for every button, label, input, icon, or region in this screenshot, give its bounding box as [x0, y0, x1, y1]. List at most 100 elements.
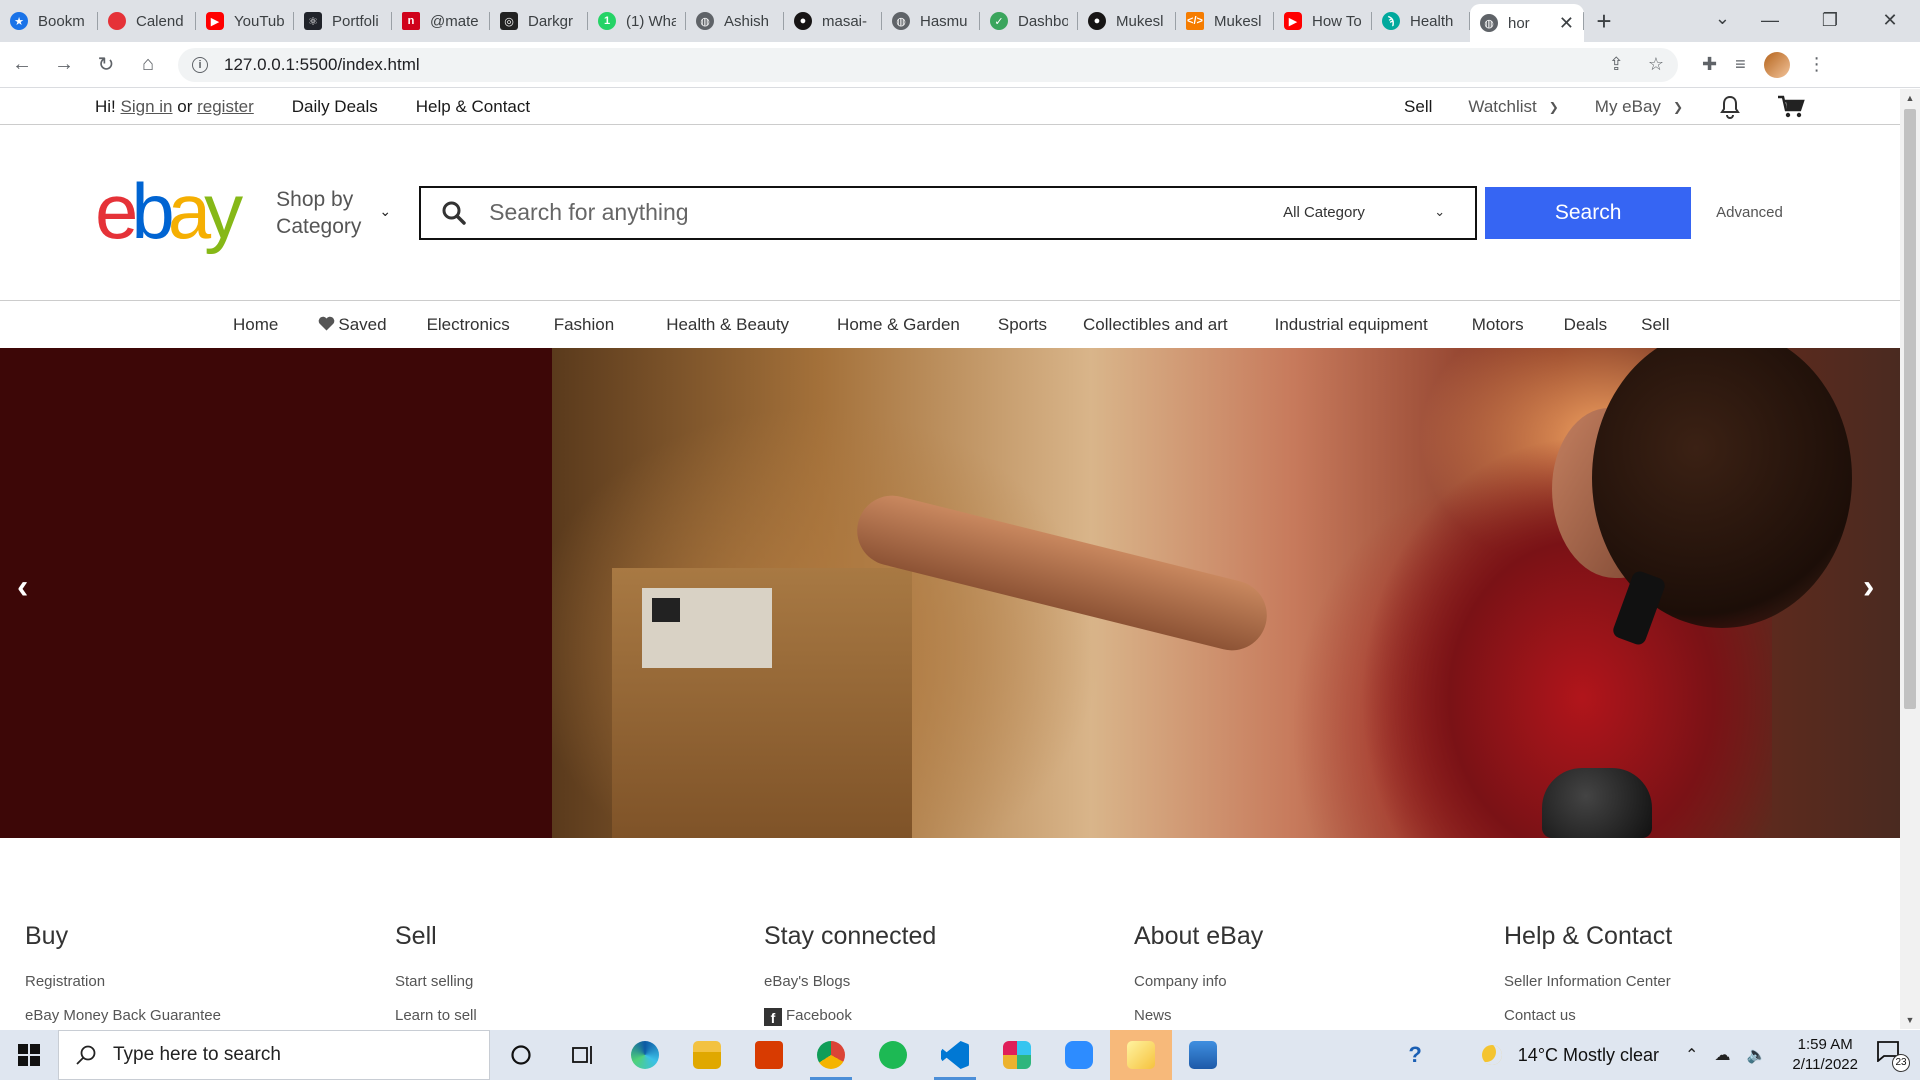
nav-item-industrial[interactable]: Industrial equipment	[1275, 315, 1428, 335]
nav-item-electronics[interactable]: Electronics	[427, 315, 510, 335]
volume-icon[interactable]: 🔈	[1746, 1045, 1766, 1065]
browser-tab[interactable]: ◍ Ashish	[686, 4, 784, 38]
close-window-button[interactable]: ✕	[1860, 0, 1920, 40]
office-icon[interactable]	[738, 1030, 800, 1080]
scroll-up-icon[interactable]: ▲	[1900, 93, 1920, 103]
menu-kebab-icon[interactable]: ⋮	[1808, 54, 1826, 75]
onedrive-cloud-icon[interactable]: ☁	[1714, 1045, 1730, 1065]
browser-tab[interactable]: </> Mukesl	[1176, 4, 1274, 38]
footer-link[interactable]: Seller Information Center	[1504, 973, 1864, 990]
page-scrollbar[interactable]: ▲ ▼	[1900, 89, 1920, 1029]
browser-tab[interactable]: ▶ How To	[1274, 4, 1372, 38]
task-view-icon[interactable]	[552, 1030, 614, 1080]
forward-icon[interactable]: →	[44, 45, 84, 85]
sticky-app-icon[interactable]	[1110, 1030, 1172, 1080]
profile-avatar[interactable]	[1763, 51, 1790, 78]
slack-icon[interactable]	[986, 1030, 1048, 1080]
scrollbar-thumb[interactable]	[1904, 109, 1916, 709]
nav-item-deals[interactable]: Deals	[1564, 315, 1607, 335]
reading-list-icon[interactable]: ≡	[1735, 54, 1746, 75]
browser-tab-active[interactable]: ◍ hor ✕	[1470, 4, 1584, 42]
browser-tab[interactable]: ✓ Dashbo	[980, 4, 1078, 38]
nav-item-fashion[interactable]: Fashion	[554, 315, 614, 335]
edge-icon[interactable]	[614, 1030, 676, 1080]
footer-link[interactable]: Contact us	[1504, 1007, 1864, 1024]
register-link[interactable]: register	[197, 97, 254, 117]
share-icon[interactable]: ⇪	[1609, 54, 1624, 75]
address-bar[interactable]: i 127.0.0.1:5500/index.html ⇪ ☆	[178, 47, 1678, 82]
browser-tab[interactable]: ★ Bookm	[0, 4, 98, 38]
nav-item-motors[interactable]: Motors	[1472, 315, 1524, 335]
chrome-icon[interactable]	[800, 1030, 862, 1080]
nav-item-collectibles[interactable]: Collectibles and art	[1083, 315, 1228, 335]
zoom-icon[interactable]	[1048, 1030, 1110, 1080]
photos-icon[interactable]	[1172, 1030, 1234, 1080]
browser-tab[interactable]: ▶ YouTub	[196, 4, 294, 38]
help-icon[interactable]: ?	[1408, 1042, 1421, 1068]
search-button[interactable]: Search	[1485, 186, 1692, 239]
daily-deals-link[interactable]: Daily Deals	[292, 97, 378, 117]
advanced-search-link[interactable]: Advanced	[1716, 204, 1783, 221]
nav-item-health-beauty[interactable]: Health & Beauty	[666, 315, 789, 335]
carousel-next-button[interactable]: ›	[1863, 570, 1874, 604]
browser-tab[interactable]: n @mate	[392, 4, 490, 38]
browser-tab[interactable]: 1 (1) Wha	[588, 4, 686, 38]
footer-link[interactable]: Start selling	[395, 973, 755, 990]
notification-center-icon[interactable]: 23	[1876, 1040, 1910, 1072]
nav-item-home[interactable]: Home	[233, 315, 278, 335]
carousel-prev-button[interactable]: ‹	[17, 570, 28, 604]
footer-link[interactable]: eBay's Blogs	[764, 973, 1124, 990]
extensions-puzzle-icon[interactable]: ✚	[1702, 54, 1717, 75]
sign-in-link[interactable]: Sign in	[121, 97, 173, 117]
footer-link[interactable]: eBay Money Back Guarantee	[25, 1007, 385, 1024]
nav-item-home-garden[interactable]: Home & Garden	[837, 315, 960, 335]
browser-tab[interactable]: ● Mukesl	[1078, 4, 1176, 38]
search-input[interactable]	[489, 199, 1230, 226]
tab-search-chevron-icon[interactable]: ⌄	[1715, 8, 1730, 29]
close-tab-icon[interactable]: ✕	[1559, 13, 1574, 34]
scroll-down-icon[interactable]: ▼	[1900, 1015, 1920, 1025]
site-info-icon[interactable]: i	[192, 56, 208, 73]
footer-link[interactable]: Registration	[25, 973, 385, 990]
taskbar-search[interactable]: Type here to search	[58, 1030, 490, 1080]
shop-by-category-button[interactable]: Shop by Category ⌄	[276, 186, 391, 240]
cortana-icon[interactable]	[490, 1030, 552, 1080]
nav-item-saved[interactable]: Saved	[318, 315, 387, 335]
browser-tab[interactable]: ◎ Darkgr	[490, 4, 588, 38]
minimize-button[interactable]: —	[1740, 0, 1800, 40]
watchlist-menu[interactable]: Watchlist ❯	[1468, 97, 1558, 117]
footer-link[interactable]: Learn to sell	[395, 1007, 755, 1024]
category-select[interactable]: All Category ⌄	[1283, 204, 1445, 222]
bookmark-star-icon[interactable]: ☆	[1648, 54, 1664, 75]
browser-tab[interactable]: ⚛ Portfoli	[294, 4, 392, 38]
browser-tab[interactable]: ϡ Health	[1372, 4, 1470, 38]
browser-tab[interactable]: Calend	[98, 4, 196, 38]
file-explorer-icon[interactable]	[676, 1030, 738, 1080]
back-icon[interactable]: ←	[2, 45, 42, 85]
nav-item-sell[interactable]: Sell	[1641, 315, 1669, 335]
sell-link[interactable]: Sell	[1404, 97, 1432, 117]
footer-link-facebook[interactable]: f Facebook	[764, 1007, 1124, 1026]
cart-icon[interactable]	[1777, 95, 1805, 119]
spotify-icon[interactable]	[862, 1030, 924, 1080]
chevron-up-icon[interactable]: ⌃	[1685, 1045, 1698, 1065]
taskbar-clock[interactable]: 1:59 AM 2/11/2022	[1792, 1035, 1858, 1075]
reload-icon[interactable]: ↻	[86, 45, 126, 85]
footer-link[interactable]: Company info	[1134, 973, 1494, 990]
windows-start-button[interactable]	[0, 1030, 58, 1080]
bell-icon[interactable]	[1719, 95, 1741, 119]
browser-tab[interactable]: ◍ Hasmu	[882, 4, 980, 38]
footer-column-help: Help & Contact Seller Information Center…	[1504, 922, 1864, 1029]
my-ebay-menu[interactable]: My eBay ❯	[1595, 97, 1683, 117]
weather-widget[interactable]: 14°C Mostly clear	[1481, 1045, 1659, 1066]
heart-icon	[319, 316, 335, 330]
home-icon[interactable]: ⌂	[128, 45, 168, 85]
browser-tab[interactable]: ● masai-	[784, 4, 882, 38]
footer-link[interactable]: News	[1134, 1007, 1494, 1024]
vscode-icon[interactable]	[924, 1030, 986, 1080]
ebay-logo[interactable]: ebay	[95, 172, 243, 250]
help-contact-link[interactable]: Help & Contact	[416, 97, 530, 117]
new-tab-button[interactable]: +	[1584, 4, 1624, 38]
nav-item-sports[interactable]: Sports	[998, 315, 1047, 335]
maximize-button[interactable]: ❐	[1800, 0, 1860, 40]
